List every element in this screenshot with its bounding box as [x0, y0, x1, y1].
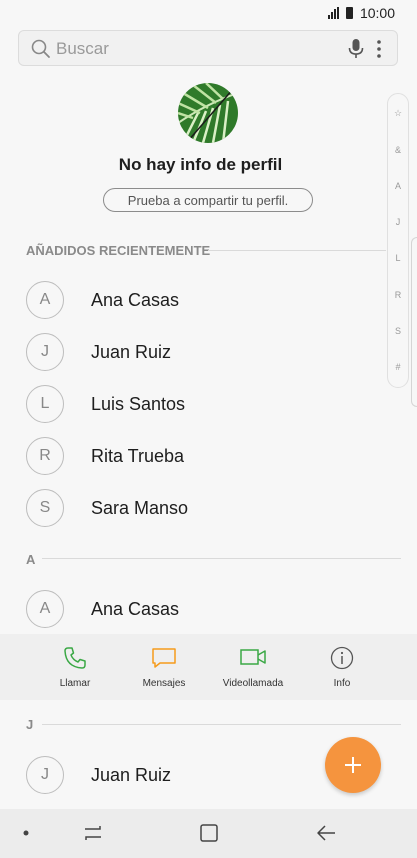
divider [208, 250, 386, 251]
contact-row[interactable]: L Luis Santos [0, 379, 385, 431]
fern-image [178, 83, 238, 143]
index-item[interactable]: R [388, 290, 408, 300]
plus-icon [345, 757, 361, 773]
index-item[interactable]: S [388, 326, 408, 336]
divider [42, 724, 401, 725]
section-header-recent: AÑADIDOS RECIENTEMENTE [26, 243, 211, 258]
edge-panel-handle[interactable] [411, 237, 417, 407]
add-contact-button[interactable] [325, 737, 381, 793]
microphone-icon[interactable] [347, 38, 365, 60]
status-time: 10:00 [359, 5, 395, 21]
info-icon [330, 646, 354, 670]
contact-avatar: R [26, 437, 64, 475]
search-input[interactable]: Buscar [56, 39, 109, 59]
index-item[interactable]: A [388, 181, 408, 191]
action-label: Info [333, 678, 351, 689]
contact-row[interactable]: R Rita Trueba [0, 431, 385, 483]
signal-icon [327, 7, 339, 19]
search-icon [31, 39, 50, 58]
contact-name: Juan Ruiz [91, 342, 172, 362]
phone-icon [64, 647, 86, 669]
more-options-icon[interactable] [374, 38, 384, 60]
section-header-j: J [26, 717, 34, 732]
status-bar: 10:00 [0, 0, 417, 26]
share-profile-button[interactable]: Prueba a compartir tu perfil. [103, 188, 313, 212]
section-header-a: A [26, 552, 36, 567]
contact-row[interactable]: A Ana Casas [0, 584, 385, 636]
contact-name: Juan Ruiz [91, 765, 172, 785]
index-scrollbar[interactable]: ☆ & A J L R S # [387, 93, 409, 388]
contact-avatar: L [26, 385, 64, 423]
profile-title: No hay info de perfil [118, 155, 283, 174]
action-label: Mensajes [142, 678, 186, 689]
contact-avatar: A [26, 281, 64, 319]
home-icon[interactable] [199, 823, 219, 843]
divider [42, 558, 401, 559]
contact-name: Sara Manso [91, 498, 189, 518]
messages-button[interactable]: Mensajes [119, 634, 209, 700]
contact-row[interactable]: A Ana Casas [0, 275, 385, 327]
index-item[interactable]: L [388, 253, 408, 263]
contact-name: Rita Trueba [91, 446, 185, 466]
contact-avatar: A [26, 590, 64, 628]
video-icon [240, 649, 266, 665]
call-button[interactable]: Llamar [30, 634, 120, 700]
action-label: Videollamada [222, 678, 284, 689]
contact-name: Ana Casas [91, 599, 180, 619]
contact-row[interactable]: S Sara Manso [0, 483, 385, 535]
contact-action-bar: Llamar Mensajes Videollamada Info [0, 634, 417, 700]
contact-avatar: J [26, 756, 64, 794]
index-item[interactable]: ☆ [388, 108, 408, 119]
battery-icon [345, 7, 353, 19]
contact-row[interactable]: J Juan Ruiz [0, 327, 385, 379]
index-item[interactable]: J [388, 217, 408, 227]
profile-avatar[interactable] [178, 83, 238, 143]
contact-avatar: J [26, 333, 64, 371]
contact-avatar: S [26, 489, 64, 527]
recent-apps-icon[interactable] [82, 823, 104, 843]
back-icon[interactable] [315, 823, 337, 843]
search-bar[interactable]: Buscar [18, 30, 398, 66]
action-label: Llamar [59, 678, 91, 689]
video-call-button[interactable]: Videollamada [208, 634, 298, 700]
contact-name: Ana Casas [91, 290, 180, 310]
contact-name: Luis Santos [91, 394, 186, 414]
dot-icon[interactable] [22, 829, 30, 837]
info-button[interactable]: Info [297, 634, 387, 700]
system-navigation-bar [0, 809, 417, 858]
message-icon [152, 648, 176, 668]
index-item[interactable]: & [388, 145, 408, 155]
index-item[interactable]: # [388, 362, 408, 372]
